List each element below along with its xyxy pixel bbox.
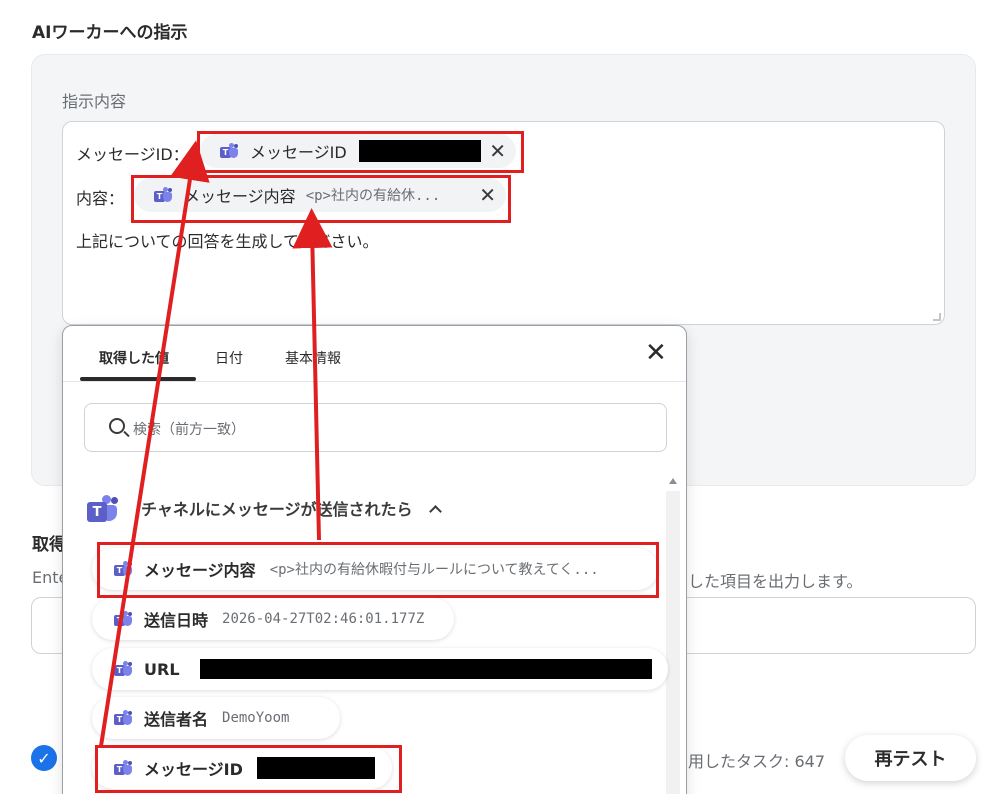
highlight-box-content-item — [97, 542, 659, 598]
highlight-box-message-id-item — [95, 745, 402, 793]
resize-handle[interactable] — [933, 313, 941, 321]
tab-fetched-values[interactable]: 取得した値 — [99, 348, 169, 368]
close-icon[interactable]: ✕ — [645, 340, 667, 366]
popup-tabs: 取得した値 日付 基本情報 ✕ — [63, 326, 686, 382]
list-item-sender-name[interactable]: T 送信者名 DemoYoom — [92, 697, 340, 739]
list-item-sent-datetime[interactable]: T 送信日時 2026-04-27T02:46:01.177Z — [92, 598, 454, 640]
output-section-title: 取得 — [32, 535, 66, 555]
instruction-body-text: 上記についての回答を生成してください。 — [76, 232, 379, 251]
item-value: DemoYoom — [222, 710, 290, 726]
list-item-url[interactable]: T URL — [92, 648, 668, 690]
teams-icon: T — [87, 494, 119, 522]
scroll-up-arrow-icon[interactable] — [669, 478, 677, 484]
scrollbar[interactable] — [666, 491, 680, 794]
item-name: 送信日時 — [144, 611, 209, 630]
check-icon: ✓ — [31, 745, 57, 771]
teams-icon: T — [114, 611, 132, 627]
retest-button[interactable]: 再テスト — [845, 735, 976, 781]
group-title: チャネルにメッセージが送信されたら — [141, 500, 413, 519]
active-tab-indicator — [80, 377, 196, 381]
highlight-box-content-chip — [131, 175, 511, 223]
teams-icon: T — [114, 710, 132, 726]
message-id-line-label: メッセージID： — [76, 145, 189, 164]
item-name: 送信者名 — [144, 710, 209, 729]
content-line-label: 内容： — [76, 189, 125, 208]
trigger-group-header[interactable]: T チャネルにメッセージが送信されたら — [87, 494, 442, 522]
search-placeholder: 検索（前方一致） — [133, 422, 245, 438]
section-title: AIワーカーへの指示 — [32, 23, 188, 43]
item-value: 2026-04-27T02:46:01.177Z — [222, 611, 425, 627]
instruction-field-label: 指示内容 — [62, 92, 127, 111]
search-input[interactable]: 検索（前方一致） — [84, 403, 667, 452]
redacted-value — [199, 659, 652, 679]
search-icon — [109, 418, 125, 434]
used-tasks-count: 用したタスク: 647 — [688, 752, 826, 771]
teams-icon: T — [114, 661, 132, 677]
tab-basic-info[interactable]: 基本情報 — [285, 348, 341, 368]
tab-date[interactable]: 日付 — [215, 348, 243, 368]
item-name: URL — [144, 659, 180, 679]
highlight-box-message-id-chip — [197, 131, 524, 173]
output-description-end: した項目を出力します。 — [688, 572, 863, 591]
chevron-up-icon[interactable] — [428, 504, 442, 518]
